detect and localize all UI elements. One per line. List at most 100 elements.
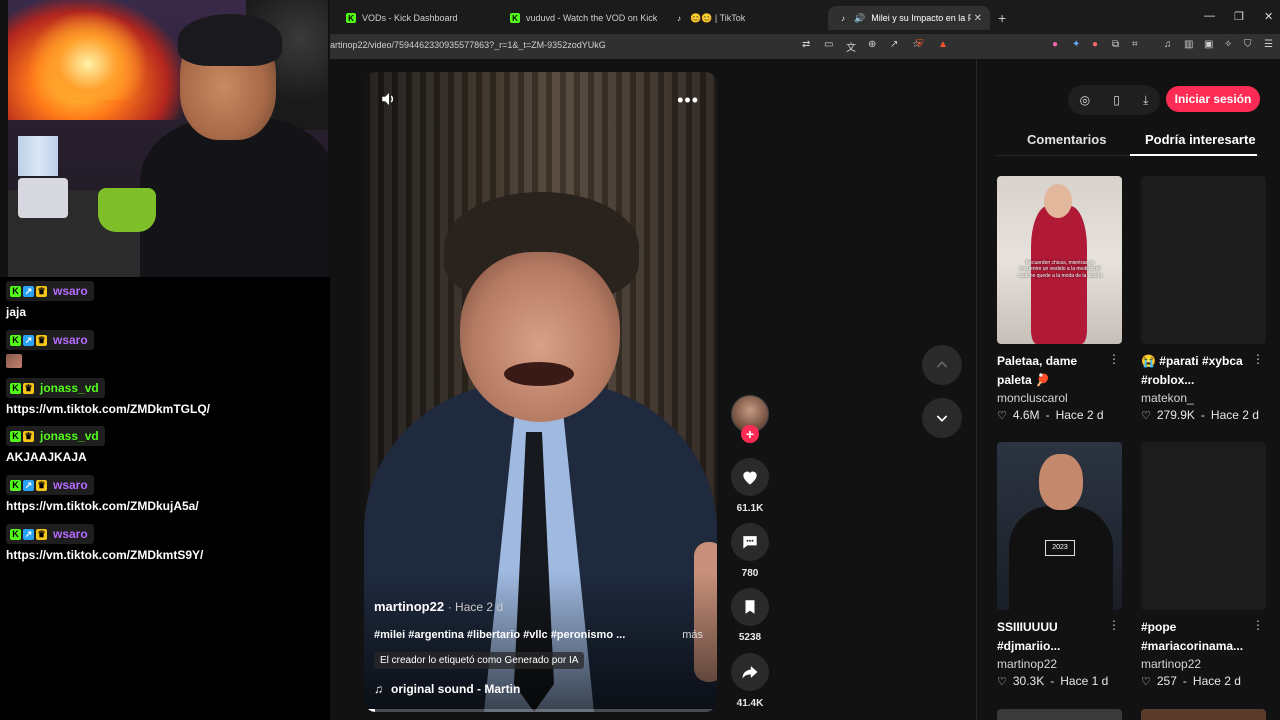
extension-icon[interactable]: ⌗	[1132, 39, 1138, 50]
wallet-icon[interactable]: ▣	[1204, 39, 1213, 50]
language-icon[interactable]: 文	[846, 39, 856, 54]
previous-video-button[interactable]	[922, 345, 962, 385]
cups	[18, 136, 58, 176]
more-link[interactable]: más	[682, 629, 703, 641]
chat-user-row[interactable]: K ↗ ♛ wsaro	[6, 330, 94, 350]
video-thumbnail[interactable]: 2023	[997, 442, 1122, 610]
video-thumbnail[interactable]: Recuerden chicas, mientras yo encuentre …	[997, 176, 1122, 344]
chat-user-row[interactable]: K ↗ ♛ wsaro	[6, 524, 94, 544]
video-progress-bar[interactable]	[364, 709, 717, 712]
login-button[interactable]: Iniciar sesión	[1166, 86, 1260, 112]
card-time: Hace 2 d	[1210, 408, 1259, 422]
brave-shield-icon[interactable]: ⛨	[916, 39, 924, 50]
streamer-body	[140, 118, 328, 277]
video-sound[interactable]: ♫ original sound - Martin	[374, 682, 520, 696]
sub-badge-icon: ↗	[23, 528, 34, 540]
card-author[interactable]: matekon_	[1141, 391, 1266, 405]
url-text[interactable]: artinop22/video/7594462330935577863?_r=1…	[330, 40, 606, 50]
card-menu-icon[interactable]: ⋮	[1108, 352, 1120, 366]
card-title[interactable]: SSIIIUUUU #djmariio...	[997, 618, 1107, 656]
chat-user-row[interactable]: K ↗ ♛ wsaro	[6, 475, 94, 495]
crown-badge-icon: ♛	[36, 528, 47, 540]
chat-username[interactable]: wsaro	[53, 284, 88, 298]
card-title[interactable]: #pope #mariacorinama...	[1141, 618, 1251, 656]
comment-button[interactable]	[731, 523, 769, 561]
chat-username[interactable]: jonass_vd	[40, 429, 99, 443]
chat-user-row[interactable]: K ↗ ♛ wsaro	[6, 281, 94, 301]
card-menu-icon[interactable]: ⋮	[1108, 618, 1120, 632]
tab-tiktok[interactable]: ♪ 😊😊 | TikTok	[664, 6, 824, 30]
chat-user-row[interactable]: K ♛ jonass_vd	[6, 426, 105, 446]
card-menu-icon[interactable]: ⋮	[1252, 618, 1264, 632]
video-player[interactable]: ••• martinop22 · Hace 2 d #milei #argent…	[364, 72, 717, 712]
download-icon[interactable]: ⤓	[1143, 93, 1148, 108]
sound-name[interactable]: original sound - Martin	[391, 682, 520, 696]
chat-message-text[interactable]: https://vm.tiktok.com/ZMDkmTGLQ/	[6, 402, 210, 416]
tab-kick-dashboard[interactable]: K VODs - Kick Dashboard	[336, 6, 496, 30]
menu-icon[interactable]: ☰	[1264, 39, 1273, 50]
card-author[interactable]: martinop22	[1141, 657, 1266, 671]
extension-icon[interactable]: ●	[1092, 39, 1098, 50]
extension-icon[interactable]: ✦	[1072, 39, 1080, 50]
card-author[interactable]: martinop22	[997, 657, 1122, 671]
more-options-icon[interactable]: •••	[677, 90, 699, 111]
close-window-icon[interactable]: ✕	[1264, 10, 1273, 23]
suggested-video-card[interactable]: #pope #mariacorinama... ⋮ martinop22 ♡ 2…	[1141, 442, 1266, 688]
cast-icon[interactable]: ▭	[824, 39, 833, 50]
chat-message-text[interactable]: https://vm.tiktok.com/ZMDkmtS9Y/	[6, 548, 203, 562]
next-card-thumbnail[interactable]	[997, 709, 1122, 720]
chat-user-row[interactable]: K ♛ jonass_vd	[6, 378, 105, 398]
card-menu-icon[interactable]: ⋮	[1252, 352, 1264, 366]
close-tab-icon[interactable]: ✕	[974, 13, 982, 24]
zoom-icon[interactable]: ⊕	[868, 39, 876, 50]
chat-username[interactable]: wsaro	[53, 333, 88, 347]
tab-label: 😊😊 | TikTok	[690, 12, 746, 23]
extensions-icon[interactable]: ⧉	[1112, 39, 1119, 50]
fireplace-glow	[28, 10, 148, 100]
new-tab-button[interactable]: +	[998, 10, 1006, 26]
next-card-thumbnail[interactable]	[1141, 709, 1266, 720]
leo-icon[interactable]: ✧	[1224, 39, 1232, 50]
video-author[interactable]: martinop22 · Hace 2 d	[374, 599, 503, 614]
share-button[interactable]	[731, 653, 769, 691]
device-icon[interactable]: ▯	[1113, 93, 1120, 107]
suggested-video-card[interactable]: 2023 SSIIIUUUU #djmariio... ⋮ martinop22…	[997, 442, 1122, 688]
video-thumbnail[interactable]	[1141, 176, 1266, 344]
chat-message: K ↗ ♛ wsaro https://vm.tiktok.com/ZMDkujA5a/	[6, 475, 199, 513]
tab-suggested[interactable]: Podría interesarte	[1145, 132, 1256, 147]
author-name[interactable]: martinop22	[374, 599, 444, 614]
translate-icon[interactable]: ⇄	[802, 39, 810, 50]
next-video-button[interactable]	[922, 398, 962, 438]
chat-username[interactable]: wsaro	[53, 527, 88, 541]
chat-username[interactable]: jonass_vd	[40, 381, 99, 395]
follow-plus-icon[interactable]: +	[741, 425, 759, 443]
media-icon[interactable]: ♫	[1164, 39, 1172, 50]
sidebar-icon[interactable]: ▥	[1184, 39, 1193, 50]
video-thumbnail[interactable]	[1141, 442, 1266, 610]
tab-tiktok-active[interactable]: ♪ 🔊 Milei y su Impacto en la Políti ✕	[828, 6, 990, 30]
address-bar[interactable]: artinop22/video/7594462330935577863?_r=1…	[330, 34, 1280, 59]
chat-username[interactable]: wsaro	[53, 478, 88, 492]
chat-message-text[interactable]: https://vm.tiktok.com/ZMDkujA5a/	[6, 499, 199, 513]
crown-badge-icon: ♛	[36, 334, 47, 346]
minimize-icon[interactable]: —	[1204, 10, 1215, 22]
card-author[interactable]: moncluscarol	[997, 391, 1122, 405]
chat-message: K ♛ jonass_vd https://vm.tiktok.com/ZMDkmTG…	[6, 378, 210, 416]
brave-rewards-icon[interactable]: ▲	[938, 39, 948, 50]
suggested-video-card[interactable]: Recuerden chicas, mientras yo encuentre …	[997, 176, 1122, 422]
card-title[interactable]: 😭 #parati #xybca #roblox...	[1141, 352, 1251, 390]
extension-icon[interactable]: ●	[1052, 39, 1058, 50]
volume-icon[interactable]	[380, 90, 398, 108]
coins-icon[interactable]: ◎	[1080, 93, 1090, 107]
tab-kick-vod[interactable]: K vuduvd - Watch the VOD on Kick	[500, 6, 660, 30]
card-title[interactable]: Paletaa, dame paleta 🏓	[997, 352, 1107, 390]
vpn-icon[interactable]: ⛉	[1244, 39, 1252, 50]
card-views: 4.6M	[1012, 408, 1040, 422]
tab-comments[interactable]: Comentarios	[1027, 132, 1106, 147]
like-button[interactable]	[731, 458, 769, 496]
video-description[interactable]: #milei #argentina #libertario #vllc #per…	[374, 629, 625, 641]
save-button[interactable]	[731, 588, 769, 626]
share-icon[interactable]: ↗	[890, 39, 898, 50]
maximize-icon[interactable]: ❐	[1234, 10, 1244, 23]
suggested-video-card[interactable]: 😭 #parati #xybca #roblox... ⋮ matekon_ ♡…	[1141, 176, 1266, 422]
